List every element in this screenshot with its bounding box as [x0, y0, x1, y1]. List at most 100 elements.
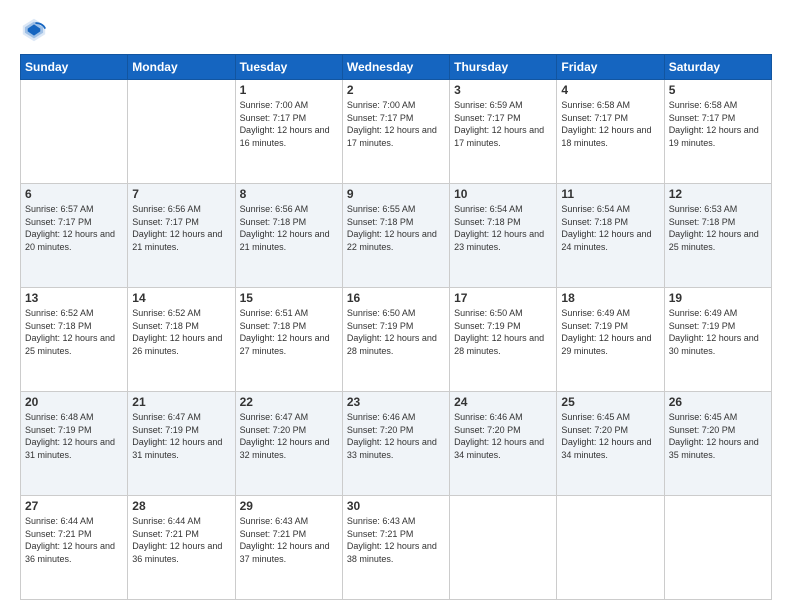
weekday-header: Monday	[128, 55, 235, 80]
day-info: Sunrise: 6:57 AM Sunset: 7:17 PM Dayligh…	[25, 203, 123, 253]
calendar-week-row: 13 Sunrise: 6:52 AM Sunset: 7:18 PM Dayli…	[21, 288, 772, 392]
day-info: Sunrise: 6:54 AM Sunset: 7:18 PM Dayligh…	[561, 203, 659, 253]
day-info: Sunrise: 6:44 AM Sunset: 7:21 PM Dayligh…	[132, 515, 230, 565]
calendar-cell: 10 Sunrise: 6:54 AM Sunset: 7:18 PM Dayli…	[450, 184, 557, 288]
calendar-cell: 9Sunrise: 6:55 AM Sunset: 7:18 PM Daylig…	[342, 184, 449, 288]
weekday-header: Thursday	[450, 55, 557, 80]
day-info: Sunrise: 6:46 AM Sunset: 7:20 PM Dayligh…	[347, 411, 445, 461]
day-info: Sunrise: 6:45 AM Sunset: 7:20 PM Dayligh…	[669, 411, 767, 461]
day-number: 4	[561, 83, 659, 97]
calendar-body: 1 Sunrise: 7:00 AM Sunset: 7:17 PM Daylig…	[21, 80, 772, 600]
day-info: Sunrise: 6:53 AM Sunset: 7:18 PM Dayligh…	[669, 203, 767, 253]
calendar-cell: 27 Sunrise: 6:44 AM Sunset: 7:21 PM Dayli…	[21, 496, 128, 600]
day-info: Sunrise: 6:49 AM Sunset: 7:19 PM Dayligh…	[669, 307, 767, 357]
day-number: 15	[240, 291, 338, 305]
calendar-cell	[128, 80, 235, 184]
day-number: 3	[454, 83, 552, 97]
day-number: 25	[561, 395, 659, 409]
calendar-cell: 21 Sunrise: 6:47 AM Sunset: 7:19 PM Dayli…	[128, 392, 235, 496]
calendar-week-row: 6 Sunrise: 6:57 AM Sunset: 7:17 PM Daylig…	[21, 184, 772, 288]
day-number: 10	[454, 187, 552, 201]
calendar-header: SundayMondayTuesdayWednesdayThursdayFrid…	[21, 55, 772, 80]
calendar-cell: 30Sunrise: 6:43 AM Sunset: 7:21 PM Dayli…	[342, 496, 449, 600]
day-number: 5	[669, 83, 767, 97]
calendar-cell	[557, 496, 664, 600]
day-info: Sunrise: 6:56 AM Sunset: 7:17 PM Dayligh…	[132, 203, 230, 253]
weekday-header: Wednesday	[342, 55, 449, 80]
day-info: Sunrise: 6:45 AM Sunset: 7:20 PM Dayligh…	[561, 411, 659, 461]
day-number: 20	[25, 395, 123, 409]
day-number: 18	[561, 291, 659, 305]
day-info: Sunrise: 6:55 AM Sunset: 7:18 PM Dayligh…	[347, 203, 445, 253]
day-info: Sunrise: 6:52 AM Sunset: 7:18 PM Dayligh…	[25, 307, 123, 357]
day-number: 21	[132, 395, 230, 409]
day-info: Sunrise: 6:56 AM Sunset: 7:18 PM Dayligh…	[240, 203, 338, 253]
day-number: 8	[240, 187, 338, 201]
day-info: Sunrise: 6:47 AM Sunset: 7:20 PM Dayligh…	[240, 411, 338, 461]
day-info: Sunrise: 6:58 AM Sunset: 7:17 PM Dayligh…	[561, 99, 659, 149]
calendar-cell: 5 Sunrise: 6:58 AM Sunset: 7:17 PM Daylig…	[664, 80, 771, 184]
calendar-cell: 17Sunrise: 6:50 AM Sunset: 7:19 PM Dayli…	[450, 288, 557, 392]
day-number: 28	[132, 499, 230, 513]
day-info: Sunrise: 6:43 AM Sunset: 7:21 PM Dayligh…	[347, 515, 445, 565]
day-number: 7	[132, 187, 230, 201]
day-number: 26	[669, 395, 767, 409]
calendar-cell: 23Sunrise: 6:46 AM Sunset: 7:20 PM Dayli…	[342, 392, 449, 496]
calendar-cell: 26 Sunrise: 6:45 AM Sunset: 7:20 PM Dayli…	[664, 392, 771, 496]
day-number: 17	[454, 291, 552, 305]
calendar-cell: 1 Sunrise: 7:00 AM Sunset: 7:17 PM Daylig…	[235, 80, 342, 184]
day-number: 22	[240, 395, 338, 409]
logo	[20, 16, 52, 44]
calendar-cell: 13 Sunrise: 6:52 AM Sunset: 7:18 PM Dayli…	[21, 288, 128, 392]
calendar-cell: 2Sunrise: 7:00 AM Sunset: 7:17 PM Daylig…	[342, 80, 449, 184]
weekday-header: Saturday	[664, 55, 771, 80]
day-info: Sunrise: 6:59 AM Sunset: 7:17 PM Dayligh…	[454, 99, 552, 149]
calendar-cell: 24 Sunrise: 6:46 AM Sunset: 7:20 PM Dayli…	[450, 392, 557, 496]
day-number: 27	[25, 499, 123, 513]
weekday-header: Tuesday	[235, 55, 342, 80]
day-info: Sunrise: 6:48 AM Sunset: 7:19 PM Dayligh…	[25, 411, 123, 461]
calendar-cell	[664, 496, 771, 600]
day-info: Sunrise: 6:46 AM Sunset: 7:20 PM Dayligh…	[454, 411, 552, 461]
calendar-table: SundayMondayTuesdayWednesdayThursdayFrid…	[20, 54, 772, 600]
calendar-cell: 20 Sunrise: 6:48 AM Sunset: 7:19 PM Dayli…	[21, 392, 128, 496]
calendar-cell: 29Sunrise: 6:43 AM Sunset: 7:21 PM Dayli…	[235, 496, 342, 600]
day-number: 13	[25, 291, 123, 305]
calendar-cell: 28 Sunrise: 6:44 AM Sunset: 7:21 PM Dayli…	[128, 496, 235, 600]
day-number: 24	[454, 395, 552, 409]
calendar-cell: 8 Sunrise: 6:56 AM Sunset: 7:18 PM Daylig…	[235, 184, 342, 288]
page: SundayMondayTuesdayWednesdayThursdayFrid…	[0, 0, 792, 612]
calendar-cell: 22 Sunrise: 6:47 AM Sunset: 7:20 PM Dayli…	[235, 392, 342, 496]
day-number: 16	[347, 291, 445, 305]
calendar-cell: 25 Sunrise: 6:45 AM Sunset: 7:20 PM Dayli…	[557, 392, 664, 496]
weekday-row: SundayMondayTuesdayWednesdayThursdayFrid…	[21, 55, 772, 80]
day-number: 29	[240, 499, 338, 513]
day-info: Sunrise: 6:47 AM Sunset: 7:19 PM Dayligh…	[132, 411, 230, 461]
day-number: 12	[669, 187, 767, 201]
day-number: 19	[669, 291, 767, 305]
day-number: 14	[132, 291, 230, 305]
calendar-cell: 4 Sunrise: 6:58 AM Sunset: 7:17 PM Daylig…	[557, 80, 664, 184]
day-info: Sunrise: 6:52 AM Sunset: 7:18 PM Dayligh…	[132, 307, 230, 357]
day-number: 11	[561, 187, 659, 201]
calendar-cell: 18 Sunrise: 6:49 AM Sunset: 7:19 PM Dayli…	[557, 288, 664, 392]
day-info: Sunrise: 7:00 AM Sunset: 7:17 PM Dayligh…	[240, 99, 338, 149]
weekday-header: Friday	[557, 55, 664, 80]
day-info: Sunrise: 6:54 AM Sunset: 7:18 PM Dayligh…	[454, 203, 552, 253]
day-number: 2	[347, 83, 445, 97]
header	[20, 16, 772, 44]
calendar-cell: 3 Sunrise: 6:59 AM Sunset: 7:17 PM Daylig…	[450, 80, 557, 184]
day-number: 6	[25, 187, 123, 201]
day-info: Sunrise: 6:44 AM Sunset: 7:21 PM Dayligh…	[25, 515, 123, 565]
calendar-week-row: 27 Sunrise: 6:44 AM Sunset: 7:21 PM Dayli…	[21, 496, 772, 600]
day-info: Sunrise: 6:51 AM Sunset: 7:18 PM Dayligh…	[240, 307, 338, 357]
calendar-cell: 14 Sunrise: 6:52 AM Sunset: 7:18 PM Dayli…	[128, 288, 235, 392]
calendar-cell: 11 Sunrise: 6:54 AM Sunset: 7:18 PM Dayli…	[557, 184, 664, 288]
day-info: Sunrise: 6:49 AM Sunset: 7:19 PM Dayligh…	[561, 307, 659, 357]
logo-icon	[20, 16, 48, 44]
calendar-cell: 6 Sunrise: 6:57 AM Sunset: 7:17 PM Daylig…	[21, 184, 128, 288]
calendar-cell: 12 Sunrise: 6:53 AM Sunset: 7:18 PM Dayli…	[664, 184, 771, 288]
calendar-week-row: 1 Sunrise: 7:00 AM Sunset: 7:17 PM Daylig…	[21, 80, 772, 184]
day-info: Sunrise: 6:58 AM Sunset: 7:17 PM Dayligh…	[669, 99, 767, 149]
day-number: 1	[240, 83, 338, 97]
